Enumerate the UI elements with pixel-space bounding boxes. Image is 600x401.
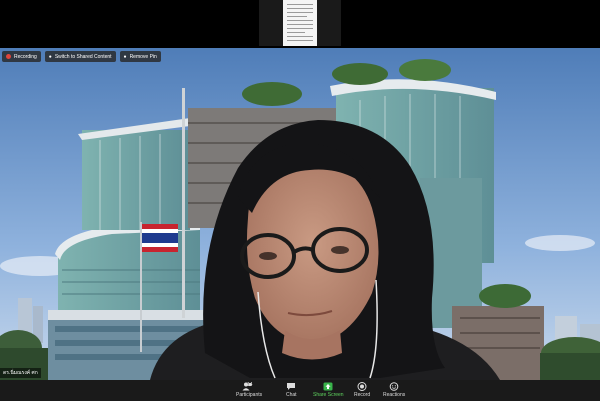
chat-button[interactable]: Chat: [286, 382, 297, 398]
document-page-icon: [283, 0, 317, 46]
recording-indicator[interactable]: Recording: [2, 51, 41, 62]
switch-label: Switch to Shared Content: [54, 53, 112, 60]
video-frame: [0, 48, 600, 380]
reactions-icon: [389, 382, 399, 391]
share-screen-label: Share Screen: [313, 392, 344, 398]
participants-count: 14: [247, 382, 253, 388]
share-screen-button[interactable]: Share Screen: [313, 382, 344, 398]
video-overlay-controls: Recording ● Switch to Shared Content ● R…: [2, 51, 161, 62]
remove-pin-button[interactable]: ● Remove Pin: [119, 51, 161, 62]
reactions-label: Reactions: [383, 392, 406, 398]
participants-button[interactable]: 14 Participants: [236, 382, 262, 398]
record-button[interactable]: Record: [354, 382, 370, 398]
mic-icon: ●: [48, 53, 52, 60]
share-screen-icon: [323, 382, 333, 391]
reactions-button[interactable]: Reactions: [383, 382, 405, 398]
pin-icon: ●: [123, 53, 127, 60]
speaker-name-tag: ดร.นิ่มณรงค์ ศก: [0, 368, 41, 378]
record-icon: [357, 382, 367, 391]
chat-label: Chat: [286, 392, 297, 398]
chat-icon: [287, 383, 296, 390]
switch-to-shared-content-button[interactable]: ● Switch to Shared Content: [44, 51, 116, 62]
speaker-video: Recording ● Switch to Shared Content ● R…: [0, 48, 600, 380]
participants-label: Participants: [236, 392, 263, 398]
remove-pin-label: Remove Pin: [129, 53, 157, 60]
meeting-toolbar: 14 Participants Chat Share Screen Record…: [0, 380, 600, 401]
top-strip: [0, 0, 600, 48]
record-label: Record: [354, 392, 371, 398]
recording-dot-icon: [6, 54, 11, 59]
recording-label: Recording: [14, 53, 37, 60]
shared-content-thumbnail[interactable]: [259, 0, 341, 46]
